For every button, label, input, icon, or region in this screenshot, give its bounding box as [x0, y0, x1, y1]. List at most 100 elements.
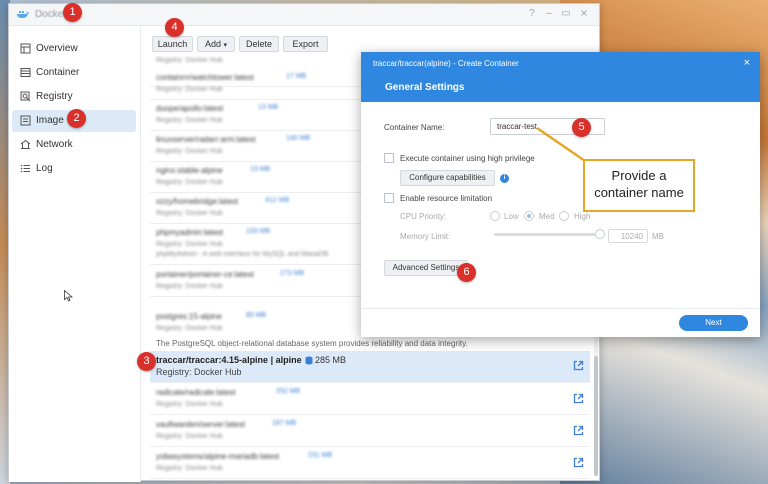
sidebar-item-label: Log	[36, 163, 53, 174]
image-size: 285 MB	[315, 355, 347, 365]
image-name: nginx:stable-alpine	[156, 166, 223, 175]
image-registry: Registry: Docker Hub	[156, 86, 223, 93]
image-registry: Registry: Docker Hub	[156, 325, 223, 332]
network-icon	[20, 139, 31, 149]
image-description: phpMyAdmin - A web interface for MySQL a…	[156, 251, 329, 258]
title-bar: Docker ? – ▭ ×	[9, 4, 599, 26]
image-size: 133 MB	[246, 228, 271, 235]
sidebar-item-label: Overview	[36, 43, 78, 54]
image-registry: Registry: Docker Hub	[156, 283, 223, 290]
sidebar-item-label: Container	[36, 67, 80, 78]
memory-limit-input[interactable]	[608, 229, 648, 243]
step-badge-6: 6	[457, 263, 476, 282]
external-link-icon[interactable]	[573, 360, 584, 371]
step-badge-3: 3	[137, 352, 156, 371]
cpu-low-radio[interactable]	[490, 211, 500, 221]
sidebar: Overview Container Registry Image Networ…	[9, 26, 141, 482]
callout-provide-name: Provide a container name	[583, 159, 695, 212]
step-badge-1: 1	[63, 3, 82, 22]
image-size: 273 MB	[280, 270, 305, 277]
image-registry: Registry: Docker Hub	[156, 241, 223, 248]
image-name: ozzy/homebridge:latest	[156, 197, 239, 206]
image-name: phpmyadmin:latest	[156, 228, 224, 237]
launch-button[interactable]: Launch	[152, 36, 193, 52]
high-privilege-checkbox[interactable]	[384, 153, 394, 163]
dialog-footer-divider	[361, 308, 760, 309]
image-registry: Registry: Docker Hub	[156, 401, 223, 408]
image-size: 187 MB	[272, 420, 297, 427]
high-privilege-label: Execute container using high privilege	[400, 154, 535, 163]
image-name: radicale/radicale:latest	[156, 388, 236, 397]
list-scrollbar-thumb[interactable]	[594, 356, 598, 476]
log-icon	[20, 164, 30, 173]
image-size: 412 MB	[265, 197, 290, 204]
cpu-priority-label: CPU Priority:	[400, 212, 447, 221]
image-icon	[20, 115, 31, 126]
help-icon[interactable]: ?	[526, 8, 538, 19]
delete-button[interactable]: Delete	[239, 36, 279, 52]
image-name: postgres:15-alpine	[156, 312, 222, 321]
configure-capabilities-button[interactable]: Configure capabilities	[400, 170, 495, 186]
step-badge-5: 5	[572, 118, 591, 137]
sidebar-item-label: Network	[36, 139, 73, 150]
info-icon[interactable]: i	[500, 174, 509, 183]
table-row[interactable]: vaultwarden/server:latest 187 MB Registr…	[150, 416, 590, 447]
minimize-icon[interactable]: –	[543, 8, 555, 19]
container-icon	[20, 68, 31, 77]
resource-limit-label: Enable resource limitation	[400, 194, 493, 203]
image-name: linuxserver/radarr:arm:latest	[156, 135, 256, 144]
memory-slider-track[interactable]	[494, 233, 599, 236]
cpu-high-label: High	[574, 212, 591, 221]
external-link-icon[interactable]	[573, 457, 584, 468]
table-row[interactable]: yobasystems/alpine-mariadb:latest 231 MB…	[150, 448, 590, 479]
container-name-label: Container Name:	[384, 123, 445, 132]
sidebar-item-container[interactable]: Container	[12, 62, 136, 84]
image-size: 140 MB	[286, 135, 311, 142]
image-registry: Registry: Docker Hub	[156, 433, 223, 440]
cpu-high-radio[interactable]	[559, 211, 569, 221]
advanced-settings-button[interactable]: Advanced Settings	[384, 260, 468, 276]
overview-icon	[20, 43, 31, 54]
export-button[interactable]: Export	[283, 36, 328, 52]
add-button[interactable]: Add ▾	[197, 36, 235, 52]
image-size: 17 MB	[286, 73, 307, 80]
image-registry: Registry: Docker Hub	[156, 57, 223, 64]
table-row-traccar[interactable]: traccar/traccar:4.15-alpine | alpine 285…	[150, 351, 590, 383]
sidebar-item-log[interactable]: Log	[12, 158, 136, 180]
image-name: containrrr/watchtower:latest	[156, 73, 254, 82]
storage-icon	[305, 356, 313, 365]
window-title: Docker	[35, 9, 67, 20]
table-row[interactable]: radicale/radicale:latest 252 MB Registry…	[150, 384, 590, 415]
image-registry: Registry: Docker Hub	[156, 210, 223, 217]
sidebar-item-label: Image	[36, 115, 64, 126]
cpu-med-radio[interactable]	[524, 211, 534, 221]
image-registry: Registry: Docker Hub	[156, 117, 223, 124]
step-badge-4: 4	[165, 18, 184, 37]
cpu-med-label: Med	[539, 212, 555, 221]
maximize-icon[interactable]: ▭	[560, 8, 572, 19]
resource-limit-checkbox[interactable]	[384, 193, 394, 203]
create-container-dialog: traccar/traccar(alpine) - Create Contain…	[361, 52, 760, 337]
sidebar-item-overview[interactable]: Overview	[12, 38, 136, 60]
image-name: vaultwarden/server:latest	[156, 420, 245, 429]
memory-limit-label: Memory Limit:	[400, 232, 451, 241]
image-size: 13 MB	[250, 166, 271, 173]
memory-unit-label: MB	[652, 232, 664, 241]
sidebar-item-network[interactable]: Network	[12, 134, 136, 156]
step-badge-2: 2	[67, 109, 86, 128]
dialog-heading: General Settings	[385, 82, 465, 93]
image-size: 231 MB	[308, 452, 333, 459]
image-registry: Registry: Docker Hub	[156, 179, 223, 186]
image-name: yobasystems/alpine-mariadb:latest	[156, 452, 280, 461]
cpu-low-label: Low	[504, 212, 519, 221]
external-link-icon[interactable]	[573, 393, 584, 404]
external-link-icon[interactable]	[573, 425, 584, 436]
mouse-cursor-icon	[64, 290, 73, 302]
next-button[interactable]: Next	[679, 315, 748, 331]
close-icon[interactable]: ×	[578, 6, 590, 20]
dialog-header: traccar/traccar(alpine) - Create Contain…	[361, 52, 760, 102]
chevron-down-icon: ▾	[223, 42, 228, 49]
sidebar-item-registry[interactable]: Registry	[12, 86, 136, 108]
memory-slider-handle[interactable]	[595, 229, 605, 239]
close-icon[interactable]: ×	[744, 57, 750, 69]
